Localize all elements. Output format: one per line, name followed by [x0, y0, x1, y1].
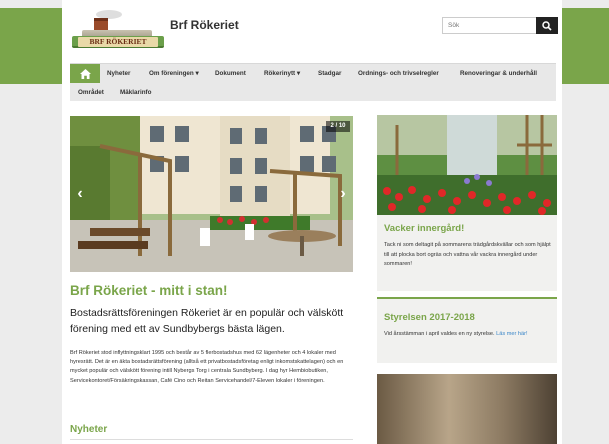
nav-item-maklarinfo[interactable]: Mäklarinfo: [120, 83, 152, 102]
card-innergard-text: Tack ni som deltagit på sommarens trädgå…: [384, 242, 551, 267]
logo-plate: BRF RÖKERIET: [72, 36, 164, 48]
nav-item-omradet[interactable]: Området: [78, 83, 104, 102]
nav-item-renoveringar[interactable]: Renoveringar & underhåll: [460, 64, 537, 83]
search-form: [442, 17, 558, 34]
card-styrelsen-text: Vid årsstämman i april valdes en ny styr…: [384, 330, 552, 340]
nav-home-button[interactable]: [70, 64, 100, 83]
nav-item-nyheter[interactable]: Nyheter: [107, 64, 130, 83]
read-more-link[interactable]: Läs mer här!: [496, 331, 527, 337]
garden-photo: [377, 115, 557, 215]
interior-photo: [377, 374, 557, 444]
right-green-band: [562, 8, 609, 84]
left-green-band: [0, 8, 62, 84]
card-innergard-title[interactable]: Vacker innergård!: [384, 223, 464, 234]
intro-text: Bostadsrättsföreningen Rökeriet är en po…: [70, 307, 344, 335]
nav-item-om-foreningen[interactable]: Om föreningen ▾: [149, 64, 199, 83]
site-logo[interactable]: BRF RÖKERIET: [70, 10, 164, 48]
news-divider: [70, 439, 353, 440]
home-icon: [79, 68, 91, 79]
chevron-left-icon: ‹: [77, 185, 83, 202]
main-navigation: Nyheter Om föreningen ▾ Dokument Rökerin…: [70, 63, 556, 101]
sidebar-card-innergard: Vacker innergård! Tack ni som deltagit p…: [377, 115, 557, 291]
logo-text: BRF RÖKERIET: [78, 37, 158, 47]
sidebar-card-styrelsen: Styrelsen 2017-2018 Vid årsstämman i apr…: [377, 297, 557, 363]
search-button[interactable]: [536, 17, 558, 34]
slider-next-button[interactable]: ›: [336, 184, 350, 204]
nav-item-ordningsregler[interactable]: Ordnings- och trivselregler: [358, 64, 439, 83]
nav-item-rokerinytt[interactable]: Rökerinytt ▾: [264, 64, 300, 83]
card-styrelsen-body: Vid årsstämman i april valdes en ny styr…: [384, 331, 495, 337]
page-container: BRF RÖKERIET Brf Rökeriet Nyheter Om för…: [62, 0, 562, 444]
nav-item-stadgar[interactable]: Stadgar: [318, 64, 341, 83]
card-styrelsen-title[interactable]: Styrelsen 2017-2018: [384, 312, 475, 323]
page-headline: Brf Rökeriet - mitt i stan!: [70, 283, 228, 298]
body-text: Brf Rökeriet stod inflyttningsklart 1995…: [70, 350, 344, 384]
nav-item-dokument[interactable]: Dokument: [215, 64, 246, 83]
image-slider[interactable]: 2 / 10 ‹ ›: [70, 116, 353, 272]
search-input[interactable]: [442, 17, 537, 34]
search-icon: [542, 20, 552, 31]
chevron-right-icon: ›: [340, 185, 346, 202]
slide-counter: 2 / 10: [326, 121, 350, 132]
news-heading: Nyheter: [70, 424, 108, 435]
courtyard-photo: [70, 116, 353, 272]
site-title[interactable]: Brf Rökeriet: [170, 18, 239, 32]
slider-prev-button[interactable]: ‹: [73, 184, 87, 204]
